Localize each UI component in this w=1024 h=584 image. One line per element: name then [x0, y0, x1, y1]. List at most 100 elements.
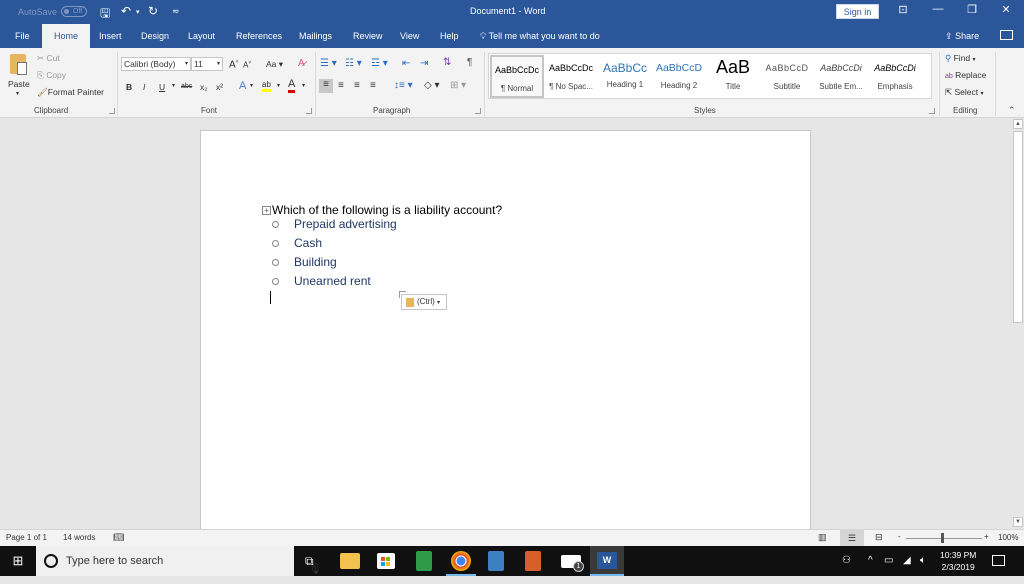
align-center-button[interactable]: ≡	[338, 80, 344, 91]
numbering-icon[interactable]: ☷ ▾	[345, 58, 362, 69]
redo-icon[interactable]: ↻	[148, 4, 158, 18]
zoom-slider[interactable]	[906, 538, 982, 539]
font-color-icon[interactable]: A	[288, 79, 296, 93]
copy-button[interactable]: ⎘ Copy	[37, 70, 66, 81]
italic-button[interactable]: I	[143, 82, 145, 92]
font-family-select[interactable]: Calibri (Body) ▾	[121, 57, 191, 71]
font-launcher-icon[interactable]	[306, 108, 312, 114]
sort-icon[interactable]: ⇅	[443, 57, 451, 68]
task-view-icon[interactable]: ⧉	[305, 546, 314, 576]
zoom-slider-thumb[interactable]	[941, 533, 944, 543]
bold-button[interactable]: B	[126, 82, 132, 92]
style-normal[interactable]: AaBbCcDc ¶ Normal	[490, 55, 544, 98]
scroll-up-button[interactable]: ▲	[1013, 119, 1023, 129]
tab-review[interactable]: Review	[353, 24, 383, 48]
taskbar-search-box[interactable]: Type here to search 🎙︎	[36, 546, 322, 576]
cut-button[interactable]: ✂ Cut	[37, 53, 60, 64]
impress-presentation-icon[interactable]	[525, 551, 541, 571]
style-heading-2[interactable]: AaBbCcD Heading 2	[652, 55, 706, 98]
change-case-button[interactable]: Aa ▾	[266, 59, 283, 70]
bullets-icon[interactable]: ☰ ▾	[320, 58, 337, 69]
web-layout-icon[interactable]: ⊟	[875, 532, 883, 543]
tell-me-search[interactable]: 💡︎ Tell me what you want to do	[480, 24, 600, 48]
sign-in-button[interactable]: Sign in	[836, 4, 879, 19]
superscript-button[interactable]: x²	[216, 82, 223, 92]
tab-help[interactable]: Help	[440, 24, 459, 48]
document-page[interactable]	[200, 130, 811, 530]
proofing-icon[interactable]: 📖︎	[113, 532, 124, 543]
people-icon[interactable]: ⚇	[842, 546, 851, 576]
show-hidden-icons[interactable]: ^	[868, 546, 873, 576]
ribbon-display-options-icon[interactable]: ⊡	[893, 3, 913, 16]
select-button[interactable]: ⇱ Select ▾	[945, 87, 984, 98]
align-left-button[interactable]: ≡	[319, 79, 333, 93]
autosave-toggle[interactable]: Off	[61, 6, 88, 17]
chevron-down-icon[interactable]: ▾	[302, 82, 305, 89]
underline-dropdown-icon[interactable]: ▾	[172, 82, 175, 89]
paragraph-launcher-icon[interactable]	[475, 108, 481, 114]
tab-design[interactable]: Design	[141, 24, 169, 48]
justify-button[interactable]: ≡	[370, 80, 376, 91]
replace-button[interactable]: ab Replace	[945, 70, 986, 80]
shrink-font-icon[interactable]: A˅	[243, 60, 251, 70]
style-emphasis[interactable]: AaBbCcDi Emphasis	[868, 55, 922, 98]
zoom-in-button[interactable]: +	[984, 532, 989, 541]
read-mode-icon[interactable]: ▥	[818, 532, 827, 543]
tab-view[interactable]: View	[400, 24, 419, 48]
system-clock[interactable]: 10:39 PM 2/3/2019	[940, 549, 976, 573]
microsoft-store-icon[interactable]	[377, 553, 395, 569]
style-subtitle[interactable]: AaBbCcD Subtitle	[760, 55, 814, 98]
paste-button[interactable]: Paste ▾	[6, 52, 32, 100]
calc-spreadsheet-icon[interactable]	[416, 551, 432, 571]
save-icon[interactable]: 🖫	[100, 4, 110, 25]
style-heading-1[interactable]: AaBbCc Heading 1	[598, 55, 652, 98]
styles-launcher-icon[interactable]	[929, 108, 935, 114]
tab-layout[interactable]: Layout	[188, 24, 215, 48]
autosave-control[interactable]: AutoSave Off	[18, 6, 88, 17]
share-button[interactable]: ⇪ Share	[945, 24, 979, 48]
style-no-spacing[interactable]: AaBbCcDc ¶ No Spac...	[544, 55, 598, 98]
restore-icon[interactable]: ❐	[962, 3, 982, 16]
collapse-ribbon-icon[interactable]: ⌃	[1008, 105, 1016, 116]
close-icon[interactable]: ✕	[996, 3, 1016, 16]
style-subtle-emphasis[interactable]: AaBbCcDi Subtle Em...	[814, 55, 868, 98]
scroll-thumb[interactable]	[1013, 131, 1023, 323]
volume-icon[interactable]: 🔈︎	[920, 546, 926, 576]
find-button[interactable]: ⚲ Find ▾	[945, 53, 976, 64]
wifi-icon[interactable]: ◢	[903, 546, 911, 576]
vertical-scrollbar[interactable]: ▲ ▼	[1012, 118, 1024, 529]
radio-icon[interactable]	[272, 278, 279, 286]
grow-font-icon[interactable]: A˄	[229, 59, 239, 70]
radio-icon[interactable]	[272, 221, 279, 229]
minimize-icon[interactable]: —	[928, 3, 948, 15]
page-count[interactable]: Page 1 of 1	[6, 533, 47, 542]
power-icon[interactable]: ▭	[884, 546, 893, 576]
line-spacing-icon[interactable]: ↕≡ ▾	[394, 80, 413, 91]
decrease-indent-icon[interactable]: ⇤	[402, 58, 410, 69]
scroll-down-button[interactable]: ▼	[1013, 517, 1023, 527]
zoom-level[interactable]: 100%	[998, 533, 1018, 542]
strikethrough-button[interactable]: abc	[181, 83, 192, 90]
radio-icon[interactable]	[272, 240, 279, 248]
clipboard-launcher-icon[interactable]	[109, 108, 115, 114]
zoom-out-button[interactable]: -	[898, 532, 901, 541]
align-right-button[interactable]: ≡	[354, 80, 360, 91]
chevron-down-icon[interactable]: ▾	[277, 82, 280, 89]
windows-start-icon[interactable]: ⊞	[0, 546, 36, 576]
action-center-icon[interactable]	[992, 555, 1005, 566]
text-effects-icon[interactable]: A	[239, 80, 246, 92]
file-explorer-icon[interactable]	[340, 553, 360, 569]
multilevel-list-icon[interactable]: ☲ ▾	[371, 58, 388, 69]
radio-icon[interactable]	[272, 259, 279, 267]
tab-home[interactable]: Home	[42, 24, 91, 48]
comments-icon[interactable]	[1000, 30, 1013, 40]
word-taskbar-button[interactable]: W	[590, 546, 624, 576]
undo-dropdown-icon[interactable]: ▾	[136, 8, 140, 16]
undo-icon[interactable]: ↶	[121, 4, 131, 18]
underline-button[interactable]: U	[159, 82, 165, 92]
word-count[interactable]: 14 words	[63, 533, 95, 542]
customize-qat-icon[interactable]: ≂	[172, 6, 180, 17]
tab-file[interactable]: File	[15, 24, 30, 48]
print-layout-icon[interactable]: ☰	[840, 530, 864, 546]
clear-formatting-icon[interactable]: A̷	[298, 58, 305, 69]
